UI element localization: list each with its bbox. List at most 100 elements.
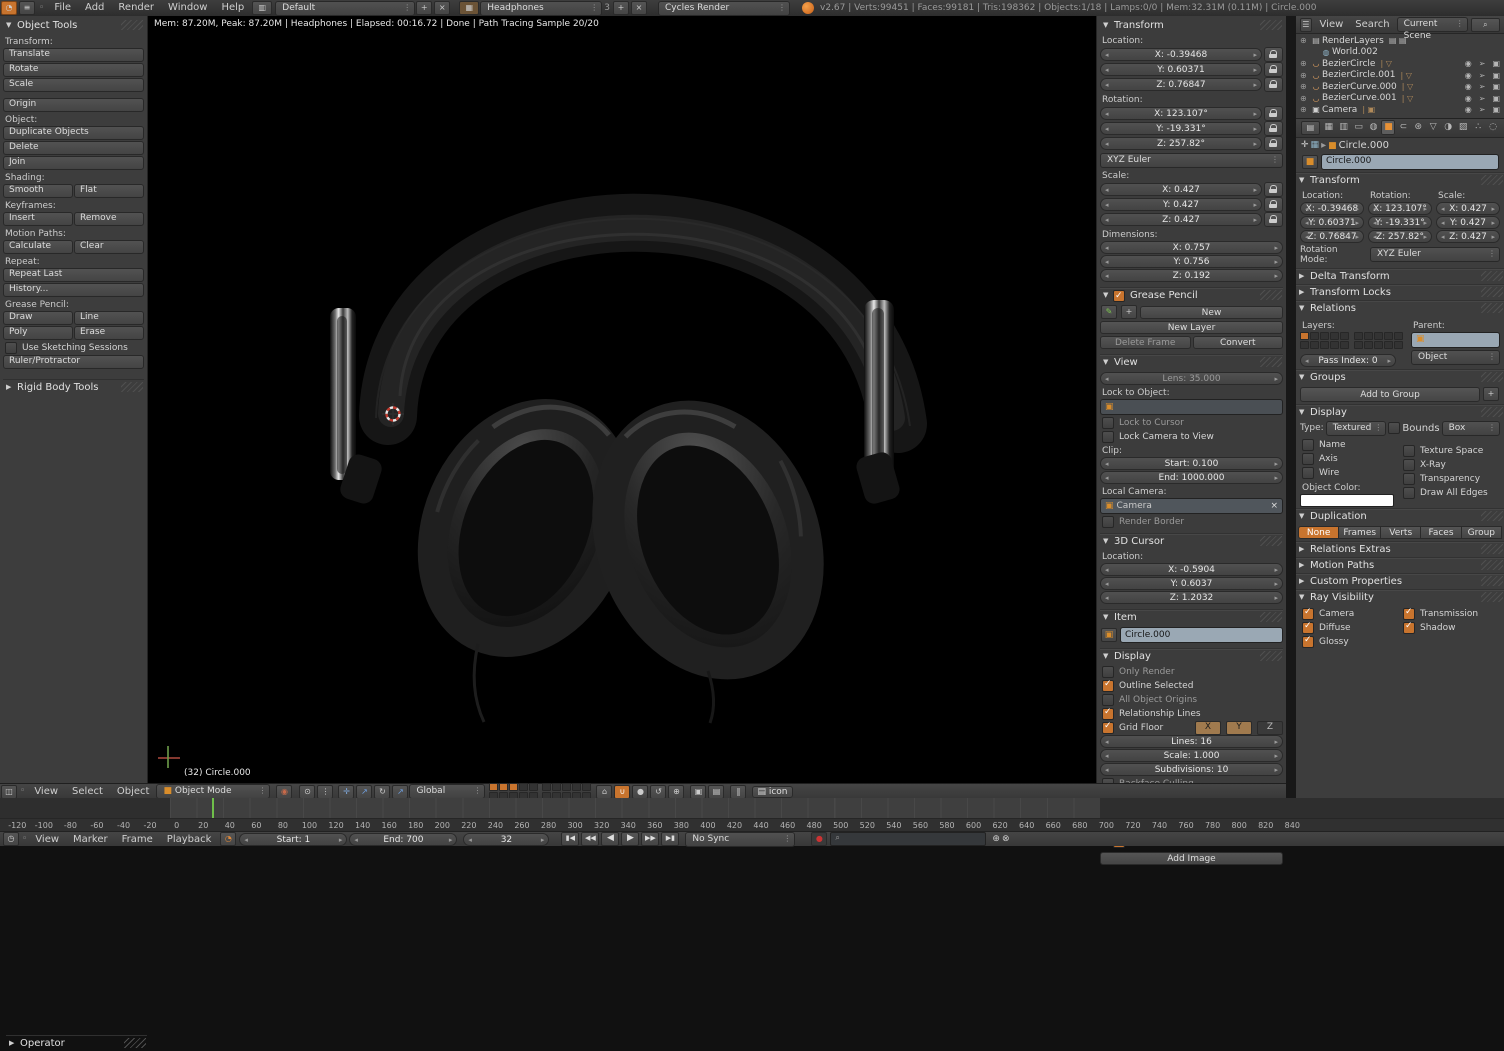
- transform-orientation-dropdown[interactable]: Global: [409, 784, 485, 799]
- object-origins-checkbox[interactable]: [1102, 694, 1114, 706]
- prop-rot-x[interactable]: X: 123.107°: [1368, 202, 1432, 215]
- smooth-button[interactable]: Smooth: [3, 184, 73, 198]
- tab-texture[interactable]: ▨: [1456, 120, 1470, 135]
- tab-object-data[interactable]: ▽: [1426, 120, 1440, 135]
- add-layout-button[interactable]: +: [416, 1, 432, 15]
- delete-scene-button[interactable]: ×: [631, 1, 647, 15]
- loc-x-field[interactable]: X: -0.39468: [1100, 48, 1262, 61]
- layer-grid-1[interactable]: [1300, 332, 1349, 349]
- lock-to-scene-icon[interactable]: ⌂: [596, 785, 612, 799]
- lens-field[interactable]: Lens: 35.000: [1100, 372, 1283, 385]
- bounds-checkbox[interactable]: [1388, 422, 1400, 434]
- remove-keyframe-button[interactable]: Remove: [74, 212, 144, 226]
- restrict-render-icon[interactable]: ▣: [1492, 94, 1500, 103]
- pass-index-field[interactable]: Pass Index: 0: [1300, 354, 1396, 367]
- render-border-checkbox[interactable]: [1102, 516, 1114, 528]
- grid-y-toggle[interactable]: Y: [1226, 721, 1252, 735]
- pencil-icon[interactable]: ✎: [1101, 305, 1117, 319]
- outliner-menu[interactable]: View: [1315, 18, 1349, 31]
- outliner-row[interactable]: ◍ World.002 ◉ ➢ ▣: [1296, 47, 1504, 59]
- outliner-row[interactable]: ⊕ ◡ BezierCircle.001 | ▽ ◉ ➢ ▣: [1296, 70, 1504, 82]
- restrict-select-icon[interactable]: ➢: [1479, 94, 1486, 103]
- parent-field[interactable]: ▣: [1411, 332, 1500, 348]
- outliner-item-label[interactable]: BezierCircle: [1322, 59, 1375, 69]
- pause-icon[interactable]: ‖: [730, 785, 746, 799]
- only-render-checkbox[interactable]: [1102, 666, 1114, 678]
- viewport-shading-icon[interactable]: ◉: [276, 785, 292, 799]
- snap-target-icon[interactable]: ⊕: [668, 785, 684, 799]
- lock-icon[interactable]: [1264, 212, 1283, 227]
- flat-button[interactable]: Flat: [74, 184, 144, 198]
- panel-custom-properties[interactable]: Custom Properties: [1296, 573, 1504, 589]
- properties-editor-icon[interactable]: ▤: [1301, 121, 1320, 135]
- snap-rotate-icon[interactable]: ↺: [650, 785, 666, 799]
- panel-3d-cursor[interactable]: 3D Cursor: [1100, 533, 1283, 549]
- scale-manipulator-icon[interactable]: ↗: [392, 785, 408, 799]
- scale-button[interactable]: Scale: [3, 78, 144, 92]
- expand-icon[interactable]: ⊕: [1300, 71, 1310, 80]
- panel-grease-pencil[interactable]: Grease Pencil: [1100, 287, 1283, 303]
- ray-shadow-checkbox[interactable]: [1403, 622, 1415, 634]
- restrict-render-icon[interactable]: ▣: [1492, 82, 1500, 91]
- insert-keyframe-icon[interactable]: ⊕: [992, 833, 1000, 846]
- pivot-align-icon[interactable]: ⋮: [317, 785, 333, 799]
- grid-subdivisions-field[interactable]: Subdivisions: 10: [1100, 763, 1283, 776]
- add-scene-button[interactable]: +: [613, 1, 629, 15]
- gp-poly-button[interactable]: Poly: [3, 326, 73, 340]
- lock-to-cursor-checkbox[interactable]: [1102, 417, 1114, 429]
- scene-icon[interactable]: ▦: [459, 1, 479, 15]
- name-checkbox[interactable]: [1302, 439, 1314, 451]
- duplication-option[interactable]: Group: [1462, 526, 1502, 539]
- checkbox-icon[interactable]: [5, 342, 17, 354]
- layer-grid-2[interactable]: [1354, 332, 1403, 349]
- tab-particles[interactable]: ∴: [1471, 120, 1485, 135]
- screen-layout-icon[interactable]: ▥: [252, 1, 272, 15]
- topbar-menu[interactable]: File: [47, 0, 78, 16]
- outliner-row[interactable]: ⊕ ▣ Camera | ▣ ◉ ➢ ▣: [1296, 104, 1504, 116]
- panel-transform[interactable]: Transform: [1100, 18, 1283, 33]
- join-button[interactable]: Join: [3, 156, 144, 170]
- restrict-select-icon[interactable]: ➢: [1479, 59, 1486, 68]
- duplication-option[interactable]: Verts: [1381, 526, 1421, 539]
- panel-object-tools[interactable]: Object Tools: [3, 18, 144, 33]
- jump-to-end-icon[interactable]: ▶▮: [661, 832, 679, 846]
- gp-erase-button[interactable]: Erase: [74, 326, 144, 340]
- viewport-menu[interactable]: Select: [65, 785, 110, 799]
- topbar-menu[interactable]: Help: [214, 0, 251, 16]
- delete-button[interactable]: Delete: [3, 141, 144, 155]
- lock-icon[interactable]: [1264, 106, 1283, 121]
- tab-scene[interactable]: ▭: [1352, 120, 1366, 135]
- expand-icon[interactable]: ⊕: [1300, 82, 1310, 91]
- object-name-field[interactable]: Circle.000: [1321, 154, 1499, 170]
- collapse-menus-icon[interactable]: ◦: [39, 2, 44, 15]
- panel-relations[interactable]: Relations: [1296, 300, 1504, 316]
- breadcrumb-object-name[interactable]: Circle.000: [1339, 140, 1389, 151]
- bounds-type-dropdown[interactable]: Box: [1442, 421, 1500, 436]
- ray-transmission-checkbox[interactable]: [1403, 608, 1415, 620]
- next-keyframe-icon[interactable]: ▶▶: [641, 832, 659, 846]
- lock-camera-checkbox[interactable]: [1102, 431, 1114, 443]
- axis-checkbox[interactable]: [1302, 453, 1314, 465]
- timeline-menu[interactable]: Marker: [67, 833, 114, 846]
- cursor-y-field[interactable]: Y: 0.6037: [1100, 577, 1283, 590]
- dim-y-field[interactable]: Y: 0.756: [1100, 255, 1283, 268]
- lock-icon[interactable]: [1264, 47, 1283, 62]
- rotate-manipulator-icon[interactable]: ↻: [374, 785, 390, 799]
- cursor-x-field[interactable]: X: -0.5904: [1100, 563, 1283, 576]
- topbar-menu[interactable]: Window: [161, 0, 214, 16]
- topbar-menu[interactable]: Render: [111, 0, 161, 16]
- gp-delete-frame-button[interactable]: Delete Frame: [1100, 336, 1191, 349]
- panel-display[interactable]: Display: [1100, 648, 1283, 664]
- gp-line-button[interactable]: Line: [74, 311, 144, 325]
- new-group-icon[interactable]: +: [1483, 387, 1499, 401]
- hide-icon[interactable]: ◉: [1465, 71, 1472, 80]
- grid-x-toggle[interactable]: X: [1195, 721, 1221, 735]
- manipulator-icon[interactable]: ✛: [338, 785, 354, 799]
- duplication-option[interactable]: Faces: [1421, 526, 1461, 539]
- object-color-swatch[interactable]: [1300, 494, 1394, 507]
- grease-pencil-checkbox[interactable]: [1113, 290, 1125, 302]
- add-pencil-button[interactable]: +: [1121, 305, 1137, 319]
- add-image-button[interactable]: Add Image: [1100, 852, 1283, 865]
- transparency-checkbox[interactable]: [1403, 473, 1415, 485]
- pivot-point-icon[interactable]: ⊙: [299, 785, 315, 799]
